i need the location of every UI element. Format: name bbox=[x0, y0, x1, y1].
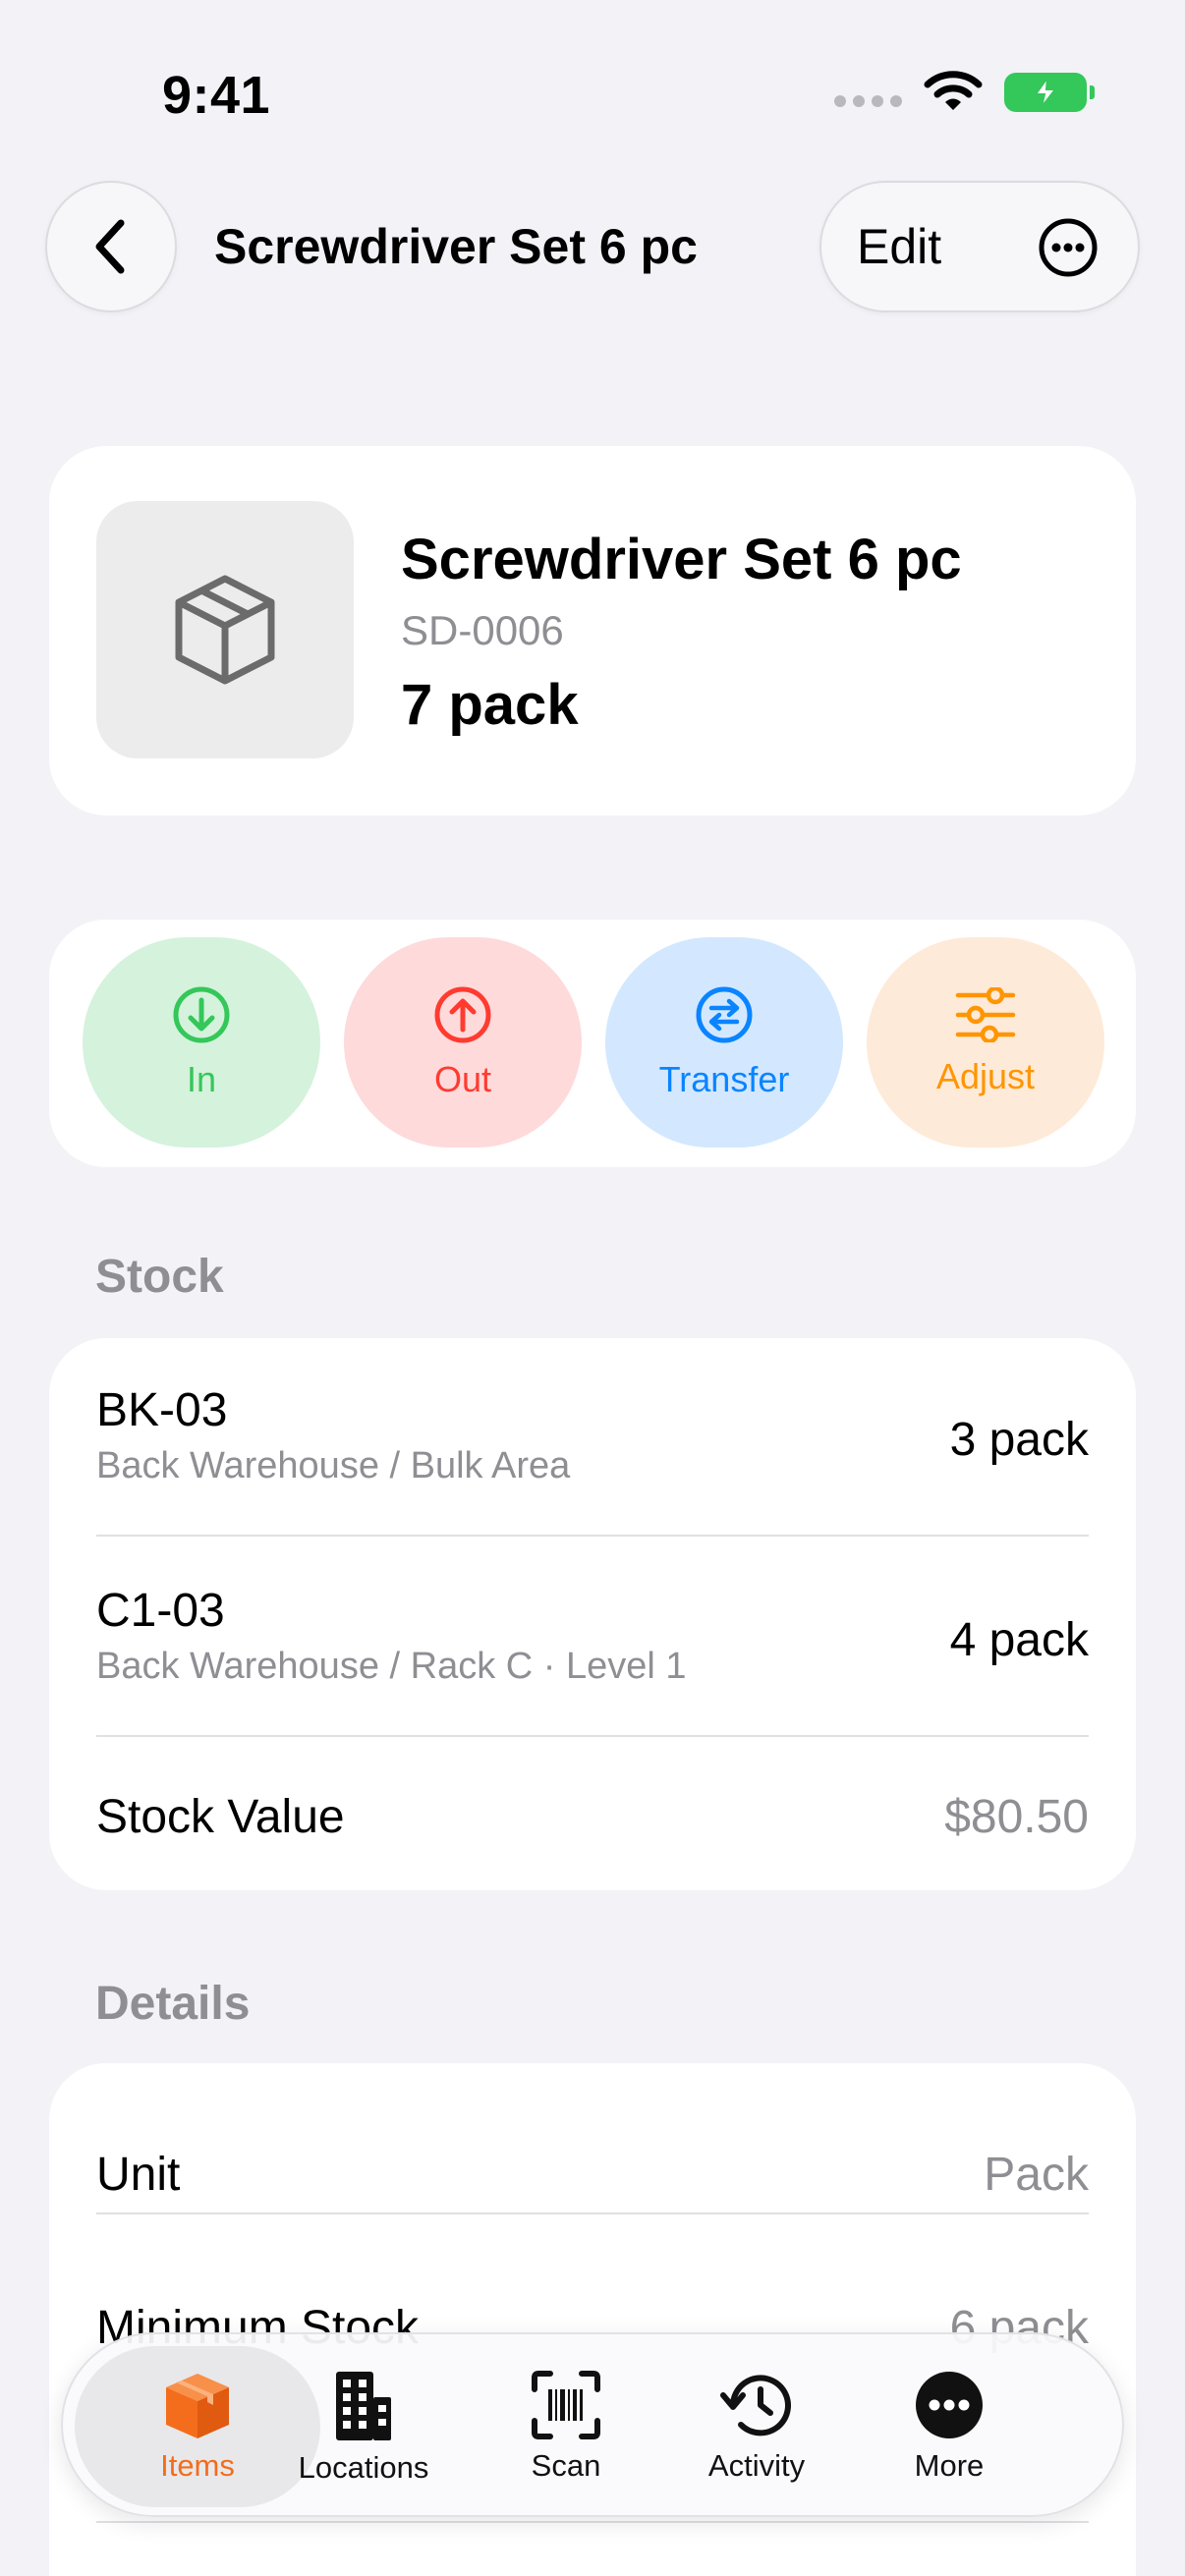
ellipsis-circle-icon bbox=[916, 2372, 983, 2438]
stock-value-label: Stock Value bbox=[96, 1791, 345, 1843]
stock-value-amount: $80.50 bbox=[944, 1791, 1089, 1843]
tab-locations[interactable]: Locations bbox=[265, 2346, 462, 2507]
battery-charging-icon bbox=[1004, 73, 1095, 112]
tab-label: Activity bbox=[707, 2448, 806, 2483]
more-options-icon[interactable] bbox=[1038, 217, 1099, 278]
history-clock-icon bbox=[720, 2375, 791, 2436]
location-quantity: 4 pack bbox=[949, 1614, 1089, 1666]
stock-in-button[interactable]: In bbox=[83, 937, 320, 1148]
stock-out-label: Out bbox=[433, 1059, 492, 1099]
nav-title: Screwdriver Set 6 pc bbox=[214, 219, 698, 274]
adjust-label: Adjust bbox=[935, 1056, 1036, 1096]
tab-scan[interactable]: Scan bbox=[468, 2346, 664, 2507]
detail-row-unit: Unit Pack bbox=[96, 2148, 1089, 2202]
tab-more[interactable]: More bbox=[851, 2346, 1047, 2507]
detail-label: Unit bbox=[96, 2149, 181, 2201]
arrow-up-circle-icon bbox=[434, 986, 491, 1043]
stock-out-button[interactable]: Out bbox=[344, 937, 582, 1148]
tab-activity[interactable]: Activity bbox=[658, 2346, 855, 2507]
tab-label: Scan bbox=[531, 2448, 601, 2483]
row-divider bbox=[96, 2212, 1089, 2214]
barcode-scan-icon bbox=[532, 2371, 600, 2439]
transfer-label: Transfer bbox=[658, 1059, 790, 1099]
item-header-card: Screwdriver Set 6 pc SD-0006 7 pack bbox=[49, 446, 1136, 815]
stock-location-row[interactable]: BK-03 Back Warehouse / Bulk Area 3 pack bbox=[96, 1383, 1089, 1487]
chevron-left-icon bbox=[95, 219, 125, 274]
package-icon bbox=[175, 575, 275, 685]
stock-in-label: In bbox=[186, 1059, 217, 1099]
quick-actions-card: In Out Transfer Adjust bbox=[49, 920, 1136, 1167]
location-path: Back Warehouse / Bulk Area bbox=[96, 1445, 571, 1486]
stock-value-row: Stock Value $80.50 bbox=[96, 1790, 1089, 1844]
location-code: C1-03 bbox=[96, 1585, 225, 1637]
item-thumbnail[interactable] bbox=[96, 501, 354, 758]
tab-label: Locations bbox=[298, 2450, 429, 2485]
item-name: Screwdriver Set 6 pc bbox=[401, 528, 962, 591]
details-section-title: Details bbox=[95, 1978, 251, 2030]
item-quantity: 7 pack bbox=[401, 673, 579, 737]
status-indicators bbox=[834, 71, 1095, 114]
location-code: BK-03 bbox=[96, 1384, 228, 1436]
transfer-arrows-icon bbox=[696, 986, 753, 1043]
transfer-button[interactable]: Transfer bbox=[605, 937, 843, 1148]
tab-label: More bbox=[914, 2448, 985, 2483]
edit-button[interactable]: Edit bbox=[857, 218, 941, 275]
adjust-button[interactable]: Adjust bbox=[867, 937, 1104, 1148]
row-divider bbox=[96, 2521, 1089, 2523]
cellular-signal-icon bbox=[834, 95, 902, 107]
sliders-icon bbox=[955, 987, 1016, 1042]
box-icon bbox=[166, 2374, 229, 2438]
detail-value: Pack bbox=[984, 2149, 1089, 2201]
nav-actions: Edit bbox=[819, 181, 1140, 312]
row-divider bbox=[96, 1735, 1089, 1737]
item-sku: SD-0006 bbox=[401, 607, 564, 653]
tab-bar: Items Locations Scan Activity More bbox=[61, 2332, 1124, 2517]
wifi-icon bbox=[924, 71, 983, 110]
location-path: Back Warehouse / Rack C · Level 1 bbox=[96, 1646, 687, 1687]
building-icon bbox=[336, 2372, 391, 2440]
status-time: 9:41 bbox=[162, 66, 271, 125]
stock-card: BK-03 Back Warehouse / Bulk Area 3 pack … bbox=[49, 1338, 1136, 1890]
tab-label: Items bbox=[160, 2448, 235, 2483]
stock-location-row[interactable]: C1-03 Back Warehouse / Rack C · Level 1 … bbox=[96, 1584, 1089, 1688]
location-quantity: 3 pack bbox=[949, 1414, 1089, 1466]
back-button[interactable] bbox=[45, 181, 177, 312]
stock-section-title: Stock bbox=[95, 1251, 224, 1303]
arrow-down-circle-icon bbox=[173, 986, 230, 1043]
row-divider bbox=[96, 1535, 1089, 1537]
